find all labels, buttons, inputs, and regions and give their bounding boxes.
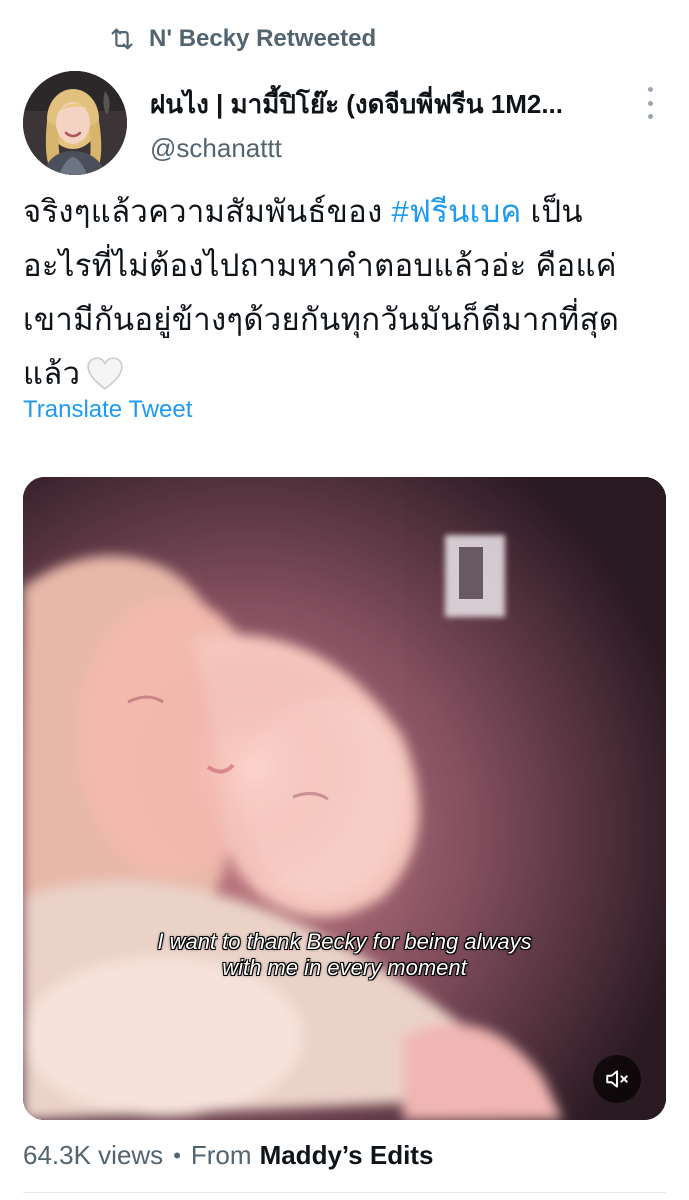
more-dot bbox=[647, 114, 653, 119]
source-link[interactable]: Maddy’s Edits bbox=[260, 1140, 434, 1171]
retweet-icon bbox=[111, 28, 133, 50]
retweet-indicator[interactable]: N' Becky Retweeted bbox=[107, 22, 376, 56]
author-handle[interactable]: @schanattt bbox=[150, 133, 282, 164]
meta-separator: • bbox=[173, 1142, 181, 1168]
view-count[interactable]: 64.3K views bbox=[23, 1140, 163, 1171]
tweet-text: จริงๆแล้วความสัมพันธ์ของ #ฟรีนเบค เป็น อ… bbox=[23, 185, 673, 401]
divider bbox=[23, 1192, 666, 1193]
more-options-icon[interactable] bbox=[638, 85, 662, 121]
translate-tweet-link[interactable]: Translate Tweet bbox=[23, 396, 192, 424]
tweet-text-segment: เป็น bbox=[521, 194, 583, 229]
video-frame bbox=[23, 477, 666, 1120]
tweet-line: จริงๆแล้วความสัมพันธ์ของ #ฟรีนเบค เป็น bbox=[23, 185, 673, 239]
video-player[interactable]: I want to thank Becky for being always w… bbox=[23, 477, 666, 1120]
more-dot bbox=[647, 100, 653, 106]
unmute-button[interactable] bbox=[593, 1055, 641, 1103]
tweet-text-segment: จริงๆแล้วความสัมพันธ์ของ bbox=[23, 194, 392, 229]
video-subtitle: I want to thank Becky for being always w… bbox=[23, 929, 666, 981]
tweet-line: แล้ว bbox=[23, 347, 673, 401]
avatar-image bbox=[23, 71, 127, 175]
hashtag-link[interactable]: #ฟรีนเบค bbox=[391, 194, 521, 229]
subtitle-line: with me in every moment bbox=[222, 955, 467, 980]
author-display-name[interactable]: ฝนไง | มามี้ปิโย๊ะ (งดจีบพี่ฟรีน 1M2... bbox=[150, 84, 620, 125]
tweet-meta: 64.3K views • From Maddy’s Edits bbox=[23, 1140, 433, 1171]
from-label: From bbox=[190, 1140, 252, 1170]
retweeted-by-label: N' Becky Retweeted bbox=[149, 25, 377, 52]
tweet-text-segment: แล้ว bbox=[23, 356, 81, 391]
white-heart-emoji-icon bbox=[87, 357, 124, 390]
avatar[interactable] bbox=[23, 71, 127, 175]
tweet-line: เขามีกันอยู่ข้างๆด้วยกันทุกวันมันก็ดีมาก… bbox=[23, 302, 620, 337]
more-dot bbox=[647, 87, 653, 92]
subtitle-line: I want to thank Becky for being always bbox=[157, 929, 532, 954]
tweet-line: อะไรที่ไม่ต้องไปถามหาคำตอบแล้วอ่ะ คือแค่ bbox=[23, 248, 617, 283]
speaker-muted-icon bbox=[606, 1070, 628, 1088]
